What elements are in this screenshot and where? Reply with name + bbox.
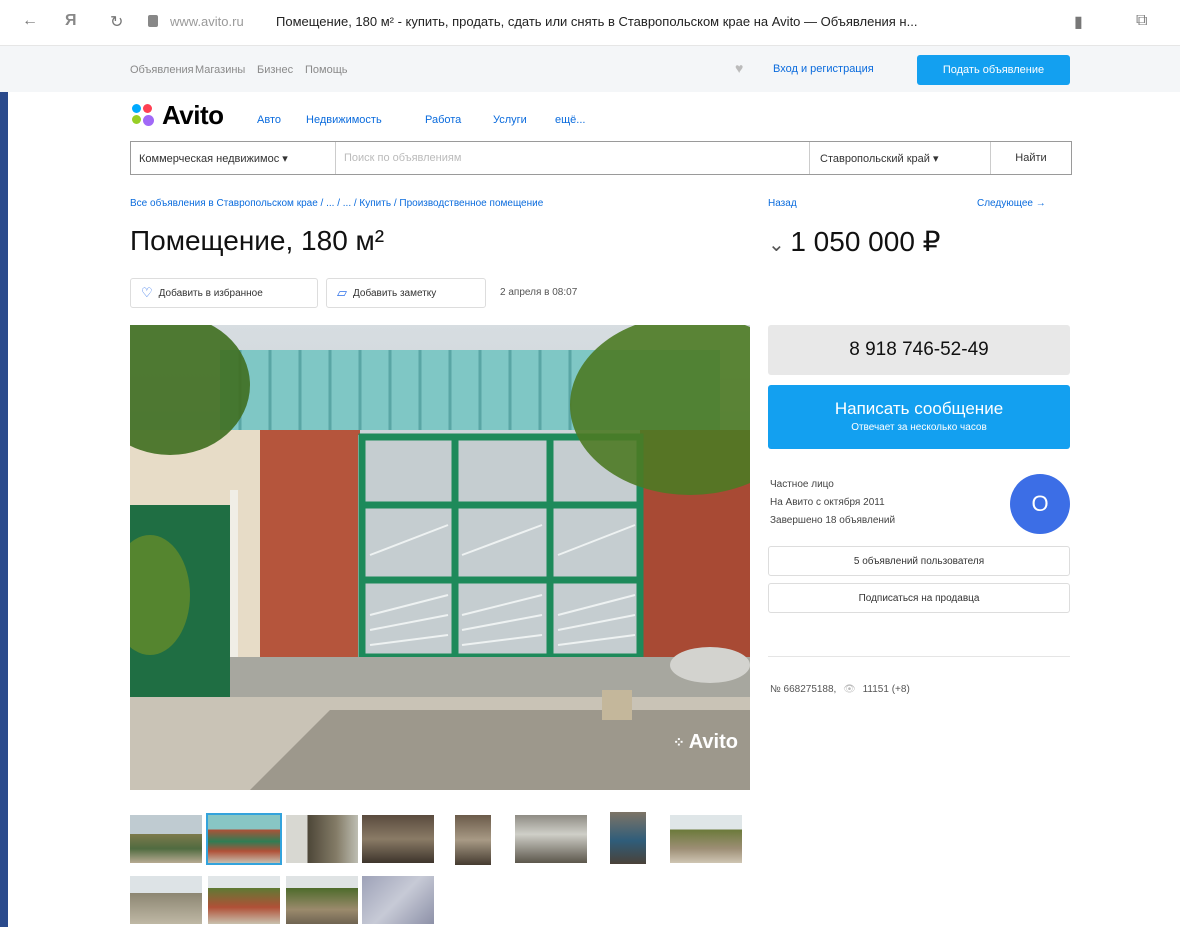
sidebar-divider: [768, 656, 1070, 657]
category-more[interactable]: ещё...: [555, 114, 585, 126]
topnav-business[interactable]: Бизнес: [257, 64, 293, 76]
yandex-icon[interactable]: Я: [65, 12, 77, 30]
watermark-dots-icon: ⁘: [673, 734, 685, 750]
response-time-label: Отвечает за несколько часов: [851, 422, 987, 433]
thumbnail-11[interactable]: [286, 876, 358, 924]
note-icon: ▱: [337, 285, 347, 300]
write-message-label: Написать сообщение: [834, 399, 1004, 418]
topnav-help[interactable]: Помощь: [305, 64, 348, 76]
login-link[interactable]: Вход и регистрация: [773, 63, 874, 75]
category-realty[interactable]: Недвижимость: [306, 114, 382, 126]
thumbnail-4[interactable]: [362, 815, 434, 863]
price: ⌄ 1 050 000 ₽: [768, 225, 941, 258]
seller-since: На Авито с октября 2011: [770, 497, 885, 508]
thumbnail-6[interactable]: [515, 815, 587, 863]
favorites-heart-icon[interactable]: ♥: [735, 60, 743, 76]
region-select[interactable]: Ставропольский край ▾: [809, 142, 990, 174]
add-note-label: Добавить заметку: [353, 287, 437, 299]
bookmark-icon[interactable]: ▮: [1074, 12, 1083, 32]
back-arrow-icon[interactable]: ←: [22, 12, 38, 30]
category-jobs[interactable]: Работа: [425, 114, 461, 126]
subscribe-seller-button[interactable]: Подписаться на продавца: [768, 583, 1070, 613]
logo-text: Avito: [162, 99, 224, 130]
topnav-ads[interactable]: Объявления: [130, 64, 194, 76]
view-count: 11151 (+8): [862, 684, 910, 695]
thumbnail-3[interactable]: [286, 815, 358, 863]
category-auto[interactable]: Авто: [257, 114, 281, 126]
price-toggle-icon[interactable]: ⌄: [768, 234, 790, 256]
search-bar: Коммерческая недвижимос ▾ Поиск по объяв…: [130, 141, 1072, 175]
write-message-button[interactable]: Написать сообщение Отвечает за несколько…: [768, 385, 1070, 449]
extensions-icon[interactable]: ⧉: [1136, 12, 1147, 30]
eye-icon: 👁: [843, 684, 856, 695]
thumbnail-2[interactable]: [206, 813, 282, 865]
thumbnail-5[interactable]: [455, 815, 491, 865]
back-link[interactable]: Назад: [768, 198, 797, 209]
thumbnail-10[interactable]: [208, 876, 280, 924]
seller-completed: Завершено 18 объявлений: [770, 515, 896, 526]
seller-avatar[interactable]: О: [1010, 474, 1070, 534]
window-edge: [0, 0, 8, 927]
category-select[interactable]: Коммерческая недвижимос ▾: [131, 142, 336, 174]
post-ad-button[interactable]: Подать объявление: [917, 55, 1070, 85]
thumbnail-12[interactable]: [362, 876, 434, 924]
user-ads-button[interactable]: 5 объявлений пользователя: [768, 546, 1070, 576]
phone-number-button[interactable]: 8 918 746-52-49: [768, 325, 1070, 375]
price-value: 1 050 000 ₽: [790, 226, 941, 257]
next-link[interactable]: Следующее →: [977, 198, 1046, 209]
building-photo-illustration: [130, 325, 750, 790]
address-url[interactable]: www.avito.ru: [170, 14, 244, 29]
seller-info: Частное лицо На Авито с октября 2011 Зав…: [770, 476, 895, 530]
listing-meta: № 668275188, 👁 11151 (+8): [770, 684, 910, 695]
photo-watermark: ⁘ Avito: [673, 731, 738, 754]
browser-toolbar: ← Я ↻ www.avito.ru Помещение, 180 м² - к…: [0, 0, 1180, 46]
main-photo[interactable]: ⁘ Avito: [130, 325, 750, 790]
avito-logo[interactable]: Avito: [132, 99, 224, 131]
watermark-text: Avito: [688, 731, 738, 753]
category-services[interactable]: Услуги: [493, 114, 527, 126]
topnav-shops[interactable]: Магазины: [195, 64, 245, 76]
add-favorite-label: Добавить в избранное: [158, 287, 263, 299]
thumbnail-8[interactable]: [670, 815, 742, 863]
add-note-button[interactable]: ▱ Добавить заметку: [326, 278, 486, 308]
breadcrumb[interactable]: Все объявления в Ставропольском крае / .…: [130, 198, 543, 209]
thumbnail-9[interactable]: [130, 876, 202, 924]
thumbnail-7[interactable]: [610, 812, 646, 864]
heart-icon: ♡: [141, 285, 153, 300]
page-title: Помещение, 180 м²: [130, 225, 385, 256]
search-input[interactable]: Поиск по объявлениям: [336, 142, 809, 174]
reload-icon[interactable]: ↻: [110, 12, 123, 32]
listing-id: № 668275188,: [770, 684, 837, 695]
thumbnail-1[interactable]: [130, 815, 202, 863]
page-tab-title: Помещение, 180 м² - купить, продать, сда…: [276, 14, 918, 29]
seller-type: Частное лицо: [770, 479, 834, 490]
lock-icon: [148, 15, 158, 27]
add-favorite-button[interactable]: ♡ Добавить в избранное: [130, 278, 318, 308]
search-button[interactable]: Найти: [990, 142, 1071, 174]
logo-dots-icon: [132, 104, 154, 126]
publish-date: 2 апреля в 08:07: [500, 287, 578, 298]
